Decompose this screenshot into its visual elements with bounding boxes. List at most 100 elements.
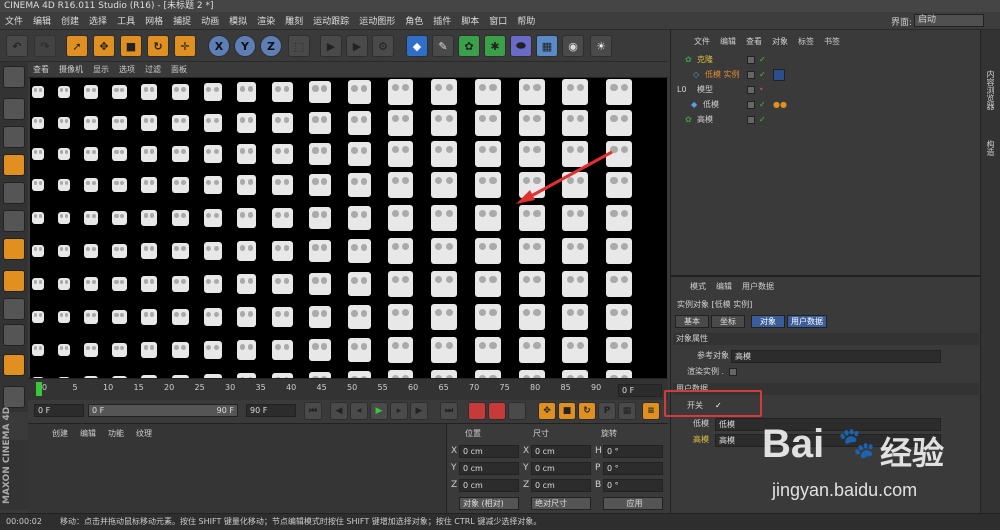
menu-render[interactable]: 渲染 bbox=[252, 14, 280, 27]
render-instance-checkbox[interactable] bbox=[729, 368, 737, 376]
deformer-icon[interactable]: ⬬ bbox=[510, 35, 532, 57]
apply-button[interactable]: 应用 bbox=[603, 497, 663, 510]
om-menu-file[interactable]: 文件 bbox=[689, 36, 715, 46]
layer-icon[interactable] bbox=[3, 386, 25, 408]
object-row-cloner[interactable]: ✿ 克隆 ✓ bbox=[671, 52, 981, 67]
x-axis-lock-button[interactable]: X bbox=[208, 35, 230, 57]
model-mode-icon[interactable] bbox=[3, 98, 25, 120]
menu-plugins[interactable]: 插件 bbox=[428, 14, 456, 27]
z-axis-lock-button[interactable]: Z bbox=[260, 35, 282, 57]
light-icon[interactable]: ☀ bbox=[590, 35, 612, 57]
size-z-field[interactable]: 0 cm bbox=[531, 479, 591, 492]
mat-menu-edit[interactable]: 编辑 bbox=[74, 428, 102, 439]
autokey-icon[interactable] bbox=[488, 402, 506, 420]
object-row-highpoly[interactable]: ✿ 高模 ✓ bbox=[671, 112, 981, 127]
size-y-field[interactable]: 0 cm bbox=[531, 462, 591, 475]
texture-tag-icon[interactable]: ●● bbox=[773, 97, 787, 112]
menu-simulate[interactable]: 模拟 bbox=[224, 14, 252, 27]
mat-menu-texture[interactable]: 纹理 bbox=[130, 428, 158, 439]
enabled-check-icon[interactable]: ✓ bbox=[759, 97, 766, 112]
menu-motion-tracking[interactable]: 运动跟踪 bbox=[308, 14, 354, 27]
next-frame-icon[interactable]: ▸ bbox=[390, 402, 408, 420]
size-mode-select[interactable]: 绝对尺寸 bbox=[531, 497, 591, 510]
timeline-menu-icon[interactable]: ≡ bbox=[642, 402, 660, 420]
move-icon[interactable]: ✥ bbox=[93, 35, 115, 57]
coordinate-system-icon[interactable]: ⬚ bbox=[288, 35, 310, 57]
coord-mode-select[interactable]: 对象 (相对) bbox=[459, 497, 519, 510]
menu-animate[interactable]: 动画 bbox=[196, 14, 224, 27]
render-settings-icon[interactable]: ⚙ bbox=[372, 35, 394, 57]
edges-mode-icon[interactable] bbox=[3, 210, 25, 232]
ref-object-field[interactable]: 高模 bbox=[731, 350, 941, 363]
timeline-end-field[interactable]: 0 F bbox=[618, 384, 662, 397]
recent-tool-icon[interactable]: ✛ bbox=[174, 35, 196, 57]
viewport-menu-options[interactable]: 选项 bbox=[114, 64, 140, 75]
prev-key-icon[interactable]: ◀ bbox=[330, 402, 348, 420]
live-select-icon[interactable]: ➚ bbox=[66, 35, 88, 57]
magnet-icon[interactable] bbox=[3, 354, 25, 376]
tab-userdata[interactable]: 用户数据 bbox=[787, 315, 827, 328]
om-menu-bookmarks[interactable]: 书签 bbox=[819, 36, 845, 46]
snap-icon[interactable] bbox=[3, 324, 25, 346]
polygons-mode-icon[interactable] bbox=[3, 238, 25, 260]
cube-icon[interactable]: ◆ bbox=[406, 35, 428, 57]
menu-select[interactable]: 选择 bbox=[84, 14, 112, 27]
visibility-dot[interactable] bbox=[747, 116, 755, 124]
menu-character[interactable]: 角色 bbox=[400, 14, 428, 27]
enabled-check-icon[interactable]: ✓ bbox=[759, 52, 766, 67]
undo-icon[interactable]: ↶ bbox=[6, 35, 28, 57]
tweak-mode-icon[interactable] bbox=[3, 298, 25, 320]
3d-viewport[interactable] bbox=[30, 78, 667, 378]
start-frame-field[interactable]: 0 F bbox=[34, 404, 84, 417]
om-menu-object[interactable]: 对象 bbox=[767, 36, 793, 46]
frame-range-slider[interactable]: 0 F 90 F bbox=[88, 404, 238, 417]
size-x-field[interactable]: 0 cm bbox=[531, 445, 591, 458]
mat-menu-create[interactable]: 创建 bbox=[46, 428, 74, 439]
end-frame-field[interactable]: 90 F bbox=[246, 404, 296, 417]
disabled-x-icon[interactable]: • bbox=[759, 82, 764, 97]
next-key-icon[interactable]: ▶ bbox=[410, 402, 428, 420]
menu-sculpt[interactable]: 雕刻 bbox=[280, 14, 308, 27]
keyframe-selection-icon[interactable] bbox=[508, 402, 526, 420]
visibility-dot[interactable] bbox=[747, 56, 755, 64]
menu-mesh[interactable]: 网格 bbox=[140, 14, 168, 27]
redo-icon[interactable]: ↷ bbox=[34, 35, 56, 57]
menu-help[interactable]: 帮助 bbox=[512, 14, 540, 27]
y-axis-lock-button[interactable]: Y bbox=[234, 35, 256, 57]
tab-structure[interactable]: 构造 bbox=[985, 140, 996, 156]
key-rotation-icon[interactable]: ↻ bbox=[578, 402, 596, 420]
axis-mode-icon[interactable] bbox=[3, 270, 25, 292]
tab-basic[interactable]: 基本 bbox=[675, 315, 709, 328]
prev-frame-icon[interactable]: ◂ bbox=[350, 402, 368, 420]
camera-icon[interactable]: ◉ bbox=[562, 35, 584, 57]
am-menu-mode[interactable]: 模式 bbox=[685, 281, 711, 293]
pos-z-field[interactable]: 0 cm bbox=[459, 479, 519, 492]
userdata-tag-icon[interactable] bbox=[773, 69, 785, 81]
scale-icon[interactable]: ■ bbox=[120, 35, 142, 57]
workplane-icon[interactable] bbox=[3, 154, 25, 176]
tab-coord[interactable]: 坐标 bbox=[711, 315, 745, 328]
menu-mograph[interactable]: 运动图形 bbox=[354, 14, 400, 27]
viewport-menu-display[interactable]: 显示 bbox=[88, 64, 114, 75]
pos-y-field[interactable]: 0 cm bbox=[459, 462, 519, 475]
record-icon[interactable] bbox=[468, 402, 486, 420]
visibility-dot[interactable] bbox=[747, 101, 755, 109]
key-scale-icon[interactable]: ■ bbox=[558, 402, 576, 420]
render-view-icon[interactable]: ▶ bbox=[320, 35, 342, 57]
key-param-icon[interactable]: P bbox=[598, 402, 616, 420]
tab-content-browser[interactable]: 内容浏览器 bbox=[985, 70, 996, 110]
floor-icon[interactable]: ▦ bbox=[536, 35, 558, 57]
menu-file[interactable]: 文件 bbox=[0, 14, 28, 27]
subdivision-icon[interactable]: ✿ bbox=[458, 35, 480, 57]
menu-script[interactable]: 脚本 bbox=[456, 14, 484, 27]
om-menu-view[interactable]: 查看 bbox=[741, 36, 767, 46]
tab-object[interactable]: 对象 bbox=[751, 315, 785, 328]
points-mode-icon[interactable] bbox=[3, 182, 25, 204]
menu-create[interactable]: 创建 bbox=[56, 14, 84, 27]
mat-menu-function[interactable]: 功能 bbox=[102, 428, 130, 439]
menu-snap[interactable]: 捕捉 bbox=[168, 14, 196, 27]
key-position-icon[interactable]: ✥ bbox=[538, 402, 556, 420]
viewport-menu-cameras[interactable]: 摄像机 bbox=[54, 64, 88, 75]
object-row-model[interactable]: L0 模型 • bbox=[671, 82, 981, 97]
render-picture-viewer-icon[interactable]: ▶ bbox=[346, 35, 368, 57]
